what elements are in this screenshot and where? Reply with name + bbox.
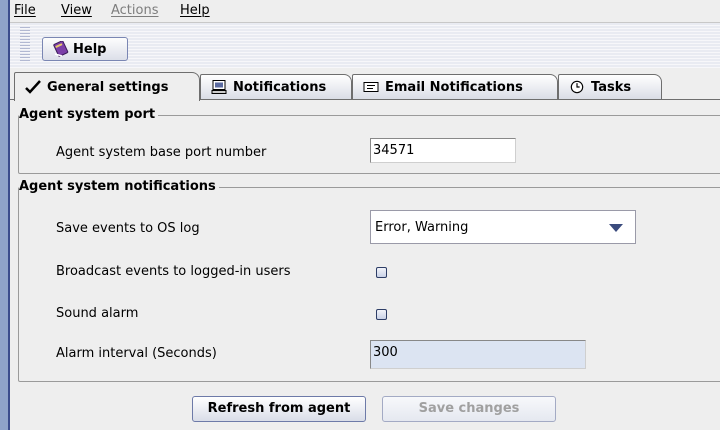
- save-events-value: Error, Warning: [375, 220, 469, 235]
- alarm-interval-label: Alarm interval (Seconds): [56, 346, 217, 361]
- tab-label: General settings: [47, 79, 169, 95]
- save-changes-button[interactable]: Save changes: [382, 396, 556, 422]
- email-icon: [363, 80, 379, 94]
- alarm-interval-input[interactable]: 300: [370, 340, 586, 369]
- tab-label: Email Notifications: [385, 79, 523, 95]
- broadcast-checkbox[interactable]: [376, 267, 387, 278]
- tab-tasks[interactable]: Tasks: [558, 74, 662, 99]
- help-book-icon: [53, 40, 69, 57]
- menu-view[interactable]: View: [61, 3, 92, 18]
- menu-bar: File View Actions Help: [10, 0, 720, 23]
- sound-alarm-label: Sound alarm: [56, 306, 139, 321]
- help-button[interactable]: Help: [42, 37, 128, 61]
- group-title-notifications: Agent system notifications: [19, 179, 219, 194]
- chevron-down-icon[interactable]: [609, 224, 623, 232]
- refresh-from-agent-button[interactable]: Refresh from agent: [192, 396, 366, 422]
- tab-general-settings[interactable]: General settings: [14, 72, 200, 101]
- tab-bar: General settings Notifications Email Not…: [10, 70, 720, 101]
- tab-email-notifications[interactable]: Email Notifications: [352, 74, 558, 99]
- broadcast-label: Broadcast events to logged-in users: [56, 264, 291, 279]
- check-icon: [25, 80, 41, 94]
- toolbar-grip[interactable]: [20, 27, 30, 63]
- menu-actions[interactable]: Actions: [111, 3, 159, 18]
- save-events-label: Save events to OS log: [56, 221, 200, 236]
- sound-alarm-checkbox[interactable]: [376, 309, 387, 320]
- tab-notifications[interactable]: Notifications: [200, 74, 352, 99]
- help-button-label: Help: [73, 41, 107, 57]
- group-title-port: Agent system port: [19, 107, 159, 122]
- clock-icon: [569, 80, 585, 94]
- tab-label: Tasks: [591, 79, 632, 95]
- computer-icon: [211, 80, 227, 94]
- menu-help[interactable]: Help: [180, 3, 210, 18]
- save-events-select[interactable]: Error, Warning: [370, 210, 636, 244]
- menu-file[interactable]: File: [14, 3, 36, 18]
- application-window: File View Actions Help Help General sett…: [8, 0, 720, 430]
- base-port-input[interactable]: 34571: [370, 138, 516, 163]
- tab-label: Notifications: [233, 79, 327, 95]
- base-port-label: Agent system base port number: [56, 145, 267, 160]
